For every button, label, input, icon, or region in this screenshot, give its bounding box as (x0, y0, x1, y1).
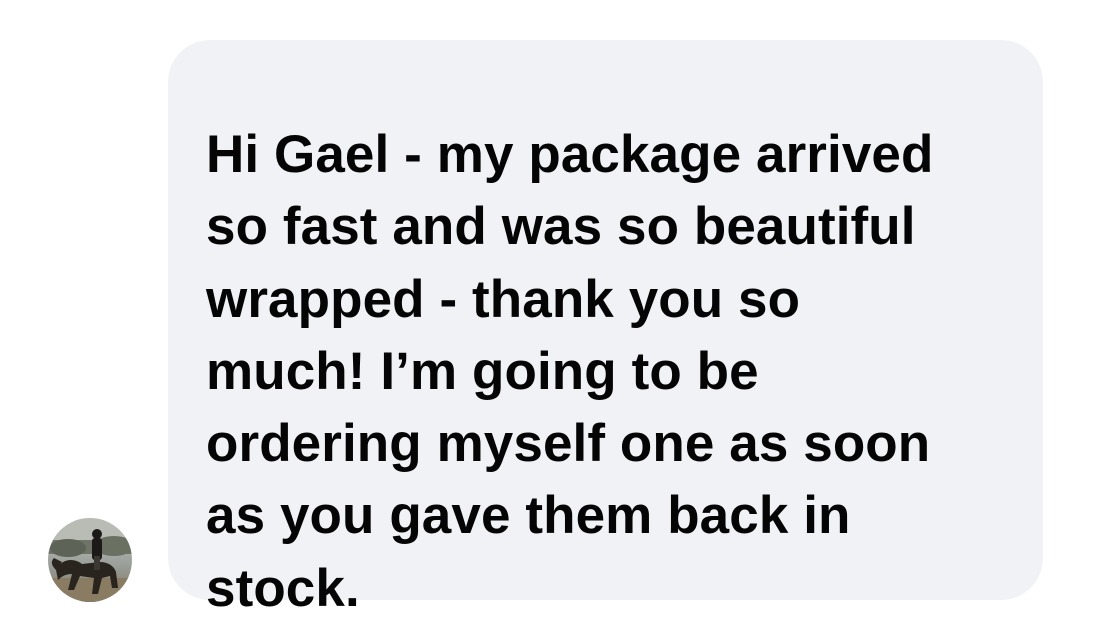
profile-photo-horse-rider-icon (48, 518, 132, 602)
message-text: Hi Gael - my package arrived so fast and… (206, 119, 1003, 625)
message-line: much! I’m going to be (206, 341, 759, 401)
message-line: wrapped - thank you so (206, 269, 801, 329)
message-line: Hi Gael - my package arrived (206, 125, 934, 184)
incoming-message-bubble[interactable]: Hi Gael - my package arrived so fast and… (168, 40, 1043, 618)
message-line: stock. (206, 558, 360, 618)
message-line: as you gave them back in (206, 486, 851, 546)
message-line: so fast and was so beautiful (206, 197, 916, 257)
sender-avatar[interactable] (48, 518, 132, 602)
message-line: ordering myself one as soon (206, 414, 931, 474)
